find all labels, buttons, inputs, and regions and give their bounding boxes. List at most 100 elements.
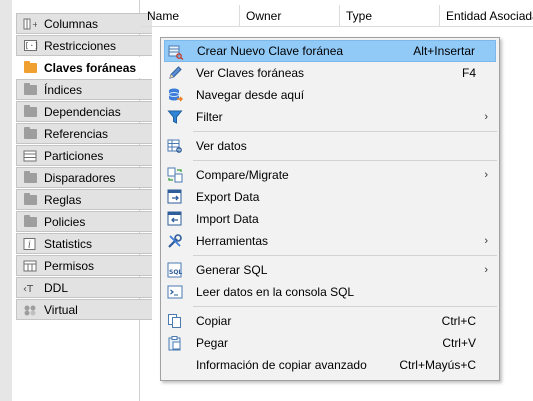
menu-item-copiar[interactable]: Copiar Ctrl+C	[164, 310, 496, 332]
tab-ddl[interactable]: ‹T DDL	[16, 277, 152, 298]
menu-item-leer-datos-consola-sql[interactable]: Leer datos en la consola SQL	[164, 281, 496, 303]
tab-label: Statistics	[44, 236, 93, 251]
columns-icon: +	[23, 18, 37, 30]
copy-icon	[167, 313, 183, 329]
menu-item-ver-datos[interactable]: Ver datos	[164, 135, 496, 157]
ddl-icon: ‹T	[23, 282, 37, 294]
tab-indices[interactable]: Índices	[16, 79, 152, 100]
tab-policies[interactable]: Policies	[16, 211, 152, 232]
column-header-entidad-asociada[interactable]: Entidad Asociada	[440, 5, 533, 27]
filter-icon	[167, 109, 183, 125]
menu-item-filter[interactable]: Filter ›	[164, 106, 496, 128]
folder-icon	[23, 170, 37, 184]
svg-text:i: i	[28, 240, 31, 250]
view-data-icon	[167, 138, 183, 154]
tab-restricciones[interactable]: [·] Restricciones	[16, 35, 152, 56]
menu-item-label: Ver Claves foráneas	[196, 66, 305, 80]
tab-label: Policies	[44, 214, 86, 229]
tab-particiones[interactable]: Particiones	[16, 145, 152, 166]
tab-label: Permisos	[44, 258, 95, 273]
sql-icon: SQL	[167, 262, 183, 278]
tab-disparadores[interactable]: Disparadores	[16, 167, 152, 188]
menu-separator	[193, 160, 497, 161]
virtual-icon	[23, 304, 37, 316]
menu-item-label: Herramientas	[196, 234, 269, 248]
menu-item-herramientas[interactable]: Herramientas ›	[164, 230, 496, 252]
left-edge-strip	[0, 0, 12, 401]
tab-label: Reglas	[44, 192, 82, 207]
folder-icon	[23, 82, 37, 96]
menu-item-navegar-desde-aqui[interactable]: Navegar desde aquí	[164, 84, 496, 106]
paste-icon	[167, 335, 183, 351]
permissions-icon	[23, 260, 37, 272]
menu-item-shortcut: F4	[461, 66, 476, 80]
tab-columnas[interactable]: + Columnas	[16, 13, 152, 34]
tab-reglas[interactable]: Reglas	[16, 189, 152, 210]
svg-text:SQL: SQL	[169, 269, 182, 276]
tab-permisos[interactable]: Permisos	[16, 255, 152, 276]
menu-item-label: Import Data	[196, 212, 259, 226]
tab-dependencias[interactable]: Dependencias	[16, 101, 152, 122]
menu-item-label: Leer datos en la consola SQL	[196, 285, 355, 299]
import-icon	[167, 211, 183, 227]
menu-item-compare-migrate[interactable]: Compare/Migrate ›	[164, 164, 496, 186]
submenu-arrow-icon: ›	[484, 111, 488, 123]
column-header-type[interactable]: Type	[340, 5, 440, 27]
folder-icon	[23, 126, 37, 140]
tab-label: Referencias	[44, 126, 109, 141]
menu-separator	[193, 131, 497, 132]
column-header-owner[interactable]: Owner	[240, 5, 340, 27]
export-icon	[167, 189, 183, 205]
menu-item-label: Compare/Migrate	[196, 168, 289, 182]
tab-label: Columnas	[44, 16, 99, 31]
tab-label: Dependencias	[44, 104, 121, 119]
compare-icon	[167, 167, 183, 183]
tab-statistics[interactable]: i Statistics	[16, 233, 152, 254]
folder-icon	[23, 104, 37, 118]
tab-claves-foraneas[interactable]: Claves foráneas	[12, 57, 153, 78]
properties-sidebar: + Columnas [·] Restricciones Claves forá…	[12, 0, 153, 401]
constraints-icon: [·]	[23, 40, 39, 51]
table-header: Name Owner Type Entidad Asociada	[141, 5, 533, 27]
menu-item-label: Pegar	[196, 336, 229, 350]
menu-item-label: Generar SQL	[196, 263, 268, 277]
tab-virtual[interactable]: Virtual	[16, 299, 152, 320]
tab-label: Disparadores	[44, 170, 116, 185]
tab-label: Particiones	[44, 148, 104, 163]
tab-referencias[interactable]: Referencias	[16, 123, 152, 144]
edit-pencil-icon	[167, 65, 183, 81]
tab-label: Restricciones	[44, 38, 117, 53]
tab-label: Claves foráneas	[44, 60, 137, 75]
submenu-arrow-icon: ›	[484, 235, 488, 247]
column-header-name[interactable]: Name	[141, 5, 240, 27]
menu-separator	[193, 255, 497, 256]
menu-item-generar-sql[interactable]: SQL Generar SQL ›	[164, 259, 496, 281]
menu-separator	[193, 306, 497, 307]
svg-text:+: +	[32, 20, 37, 29]
folder-icon	[23, 60, 37, 74]
create-fk-icon	[168, 44, 184, 60]
menu-item-shortcut: Alt+Insertar	[413, 44, 475, 58]
menu-item-export-data[interactable]: Export Data	[164, 186, 496, 208]
menu-item-pegar[interactable]: Pegar Ctrl+V	[164, 332, 496, 354]
tools-icon	[167, 233, 183, 249]
menu-item-shortcut: Ctrl+C	[441, 314, 476, 328]
menu-item-ver-claves-foraneas[interactable]: Ver Claves foráneas F4	[164, 62, 496, 84]
folder-icon	[23, 192, 37, 206]
tab-label: Índices	[44, 82, 83, 97]
menu-item-crear-clave-foranea[interactable]: Crear Nuevo Clave foránea Alt+Insertar	[164, 40, 496, 62]
menu-item-label: Navegar desde aquí	[196, 88, 305, 102]
tab-label: Virtual	[44, 302, 78, 317]
console-icon	[167, 284, 183, 300]
tab-label: DDL	[44, 280, 69, 295]
menu-item-informacion-copiar-avanzado[interactable]: Información de copiar avanzado Ctrl+Mayú…	[164, 354, 496, 376]
partitions-icon	[23, 150, 37, 162]
menu-item-import-data[interactable]: Import Data	[164, 208, 496, 230]
menu-item-label: Copiar	[196, 314, 232, 328]
submenu-arrow-icon: ›	[484, 264, 488, 276]
context-menu: Crear Nuevo Clave foránea Alt+Insertar V…	[160, 37, 500, 381]
folder-icon	[23, 214, 37, 228]
menu-item-label: Crear Nuevo Clave foránea	[197, 44, 344, 58]
menu-item-shortcut: Ctrl+V	[442, 336, 476, 350]
database-icon	[167, 87, 183, 103]
